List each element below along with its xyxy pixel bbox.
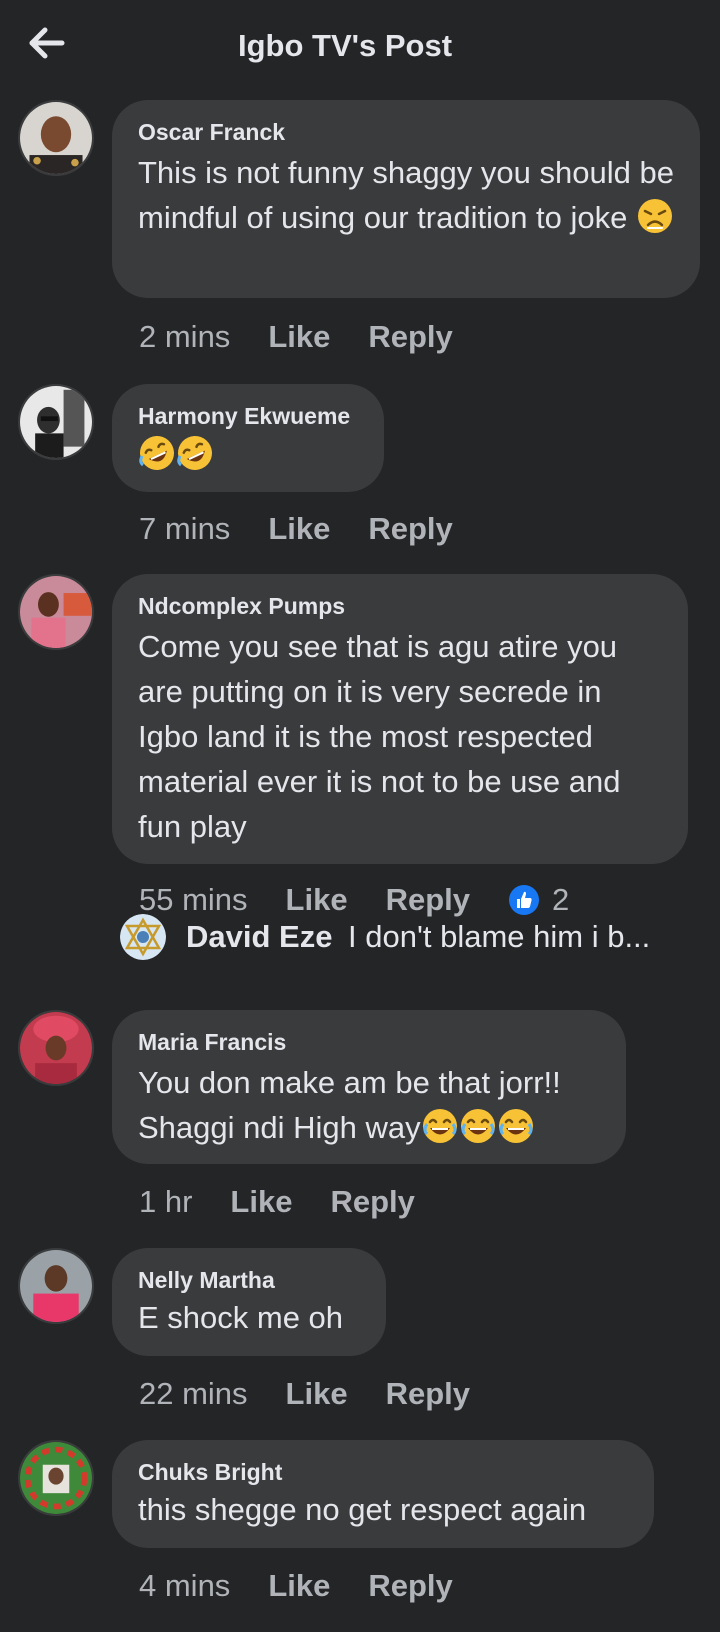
avatar[interactable]	[18, 1440, 94, 1516]
comment-time[interactable]: 4 mins	[139, 1566, 230, 1606]
comment-actions: 7 mins Like Reply	[139, 507, 491, 547]
comment-text: You don make am be that jorr!! Shaggi nd…	[138, 1065, 561, 1145]
reply-button[interactable]: Reply	[368, 509, 452, 549]
like-button[interactable]: Like	[286, 1374, 348, 1414]
reply-button[interactable]: Reply	[386, 1374, 470, 1414]
comment-actions: 22 mins Like Reply	[139, 1372, 508, 1412]
reply-button[interactable]: Reply	[330, 1182, 414, 1222]
face-with-tears-of-joy-emoji	[422, 1109, 457, 1143]
comment-author[interactable]: Maria Francis	[138, 1028, 600, 1056]
reply-text[interactable]: I don't blame him i b...	[348, 912, 650, 962]
avatar[interactable]	[18, 574, 94, 650]
comment-bubble[interactable]: Oscar Franck This is not funny shaggy yo…	[112, 100, 700, 298]
comment-bubble[interactable]: Harmony Ekwueme	[112, 384, 384, 492]
comment-author[interactable]: Nelly Martha	[138, 1266, 360, 1294]
face-with-tears-of-joy-emoji	[498, 1109, 533, 1143]
comment-text: This is not funny shaggy you should be m…	[138, 155, 674, 235]
comment-bubble[interactable]: Nelly Martha E shock me oh	[112, 1248, 386, 1356]
face-with-tears-of-joy-emoji	[460, 1109, 495, 1143]
avatar[interactable]	[18, 100, 94, 176]
reply-button[interactable]: Reply	[368, 317, 452, 357]
comment-bubble[interactable]: Maria Francis You don make am be that jo…	[112, 1010, 626, 1164]
thumbs-up-icon[interactable]	[508, 884, 540, 916]
comment-author[interactable]: Ndcomplex Pumps	[138, 592, 662, 620]
like-button[interactable]: Like	[268, 1566, 330, 1606]
comment-time[interactable]: 22 mins	[139, 1374, 248, 1414]
comment-author[interactable]: Oscar Franck	[138, 118, 674, 146]
reply-button[interactable]: Reply	[368, 1566, 452, 1606]
comment-author[interactable]: Chuks Bright	[138, 1458, 628, 1486]
like-button[interactable]: Like	[230, 1182, 292, 1222]
comment-author[interactable]: Harmony Ekwueme	[138, 402, 358, 430]
comment-time[interactable]: 7 mins	[139, 509, 230, 549]
comment-time[interactable]: 1 hr	[139, 1182, 192, 1222]
avatar[interactable]	[18, 1248, 94, 1324]
comment-bubble[interactable]: Ndcomplex Pumps Come you see that is agu…	[112, 574, 688, 864]
top-bar: Igbo TV's Post	[0, 0, 720, 92]
comment-text: this shegge no get respect again	[138, 1492, 587, 1527]
like-button[interactable]: Like	[268, 509, 330, 549]
persevering-face-emoji	[638, 199, 673, 233]
comment-actions: 4 mins Like Reply	[139, 1564, 491, 1604]
comment-time[interactable]: 2 mins	[139, 317, 230, 357]
comment-actions: 1 hr Like Reply	[139, 1180, 453, 1220]
avatar[interactable]	[18, 1010, 94, 1086]
rolling-on-floor-laughing-emoji	[139, 436, 174, 470]
avatar[interactable]	[120, 914, 166, 960]
page-title: Igbo TV's Post	[237, 28, 453, 63]
comment-text	[138, 434, 358, 475]
avatar[interactable]	[18, 384, 94, 460]
comment-bubble[interactable]: Chuks Bright this shegge no get respect …	[112, 1440, 654, 1548]
comment-text: Come you see that is agu atire you are p…	[138, 629, 621, 844]
rolling-on-floor-laughing-emoji	[177, 436, 212, 470]
like-button[interactable]: Like	[268, 317, 330, 357]
comment-text: E shock me oh	[138, 1300, 344, 1335]
reply-author[interactable]: David Eze	[186, 912, 332, 962]
comment-actions: 2 mins Like Reply	[139, 315, 491, 355]
